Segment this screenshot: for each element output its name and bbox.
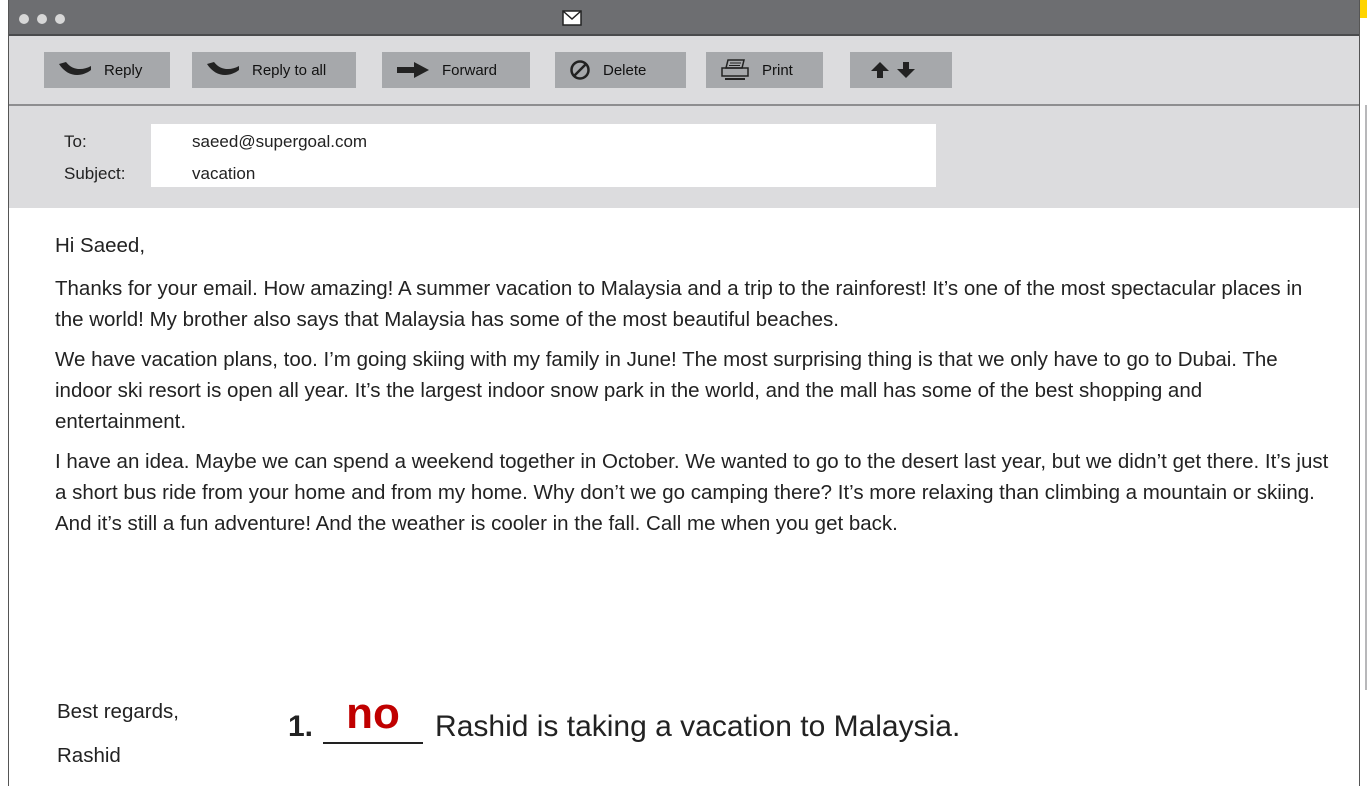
reply-arrow-icon (59, 62, 91, 75)
answer-text: no (346, 689, 400, 738)
print-button[interactable]: Print (706, 52, 823, 88)
print-label: Print (762, 61, 793, 79)
answer-blank[interactable]: no (323, 692, 424, 744)
question-number: 1. (288, 710, 314, 743)
reply-all-arrow-icon (207, 62, 239, 75)
to-label: To: (64, 132, 87, 151)
delete-icon (570, 60, 590, 80)
forward-arrow-icon (397, 62, 429, 78)
toolbar: Reply Reply to all Forward Delete Print (9, 36, 1359, 106)
subject-label: Subject: (64, 164, 126, 183)
question-item: 1. no Rashid is taking a vacation to Malay… (288, 692, 961, 744)
email-header: To: saeed@supergoal.com Subject: vacatio… (9, 106, 1359, 208)
arrow-up-icon[interactable] (870, 61, 890, 79)
delete-button[interactable]: Delete (555, 52, 686, 88)
forward-button[interactable]: Forward (382, 52, 530, 88)
delete-label: Delete (603, 61, 647, 79)
to-value[interactable]: saeed@supergoal.com (192, 132, 367, 152)
reply-all-button[interactable]: Reply to all (192, 52, 356, 88)
greeting: Hi Saeed, (55, 234, 146, 257)
arrow-down-icon[interactable] (896, 61, 916, 79)
signature: Rashid (57, 744, 121, 767)
reply-button[interactable]: Reply (44, 52, 170, 88)
window-maximize-dot[interactable] (55, 14, 65, 24)
paragraph: We have vacation plans, too. I’m going s… (55, 348, 1278, 433)
printer-icon (721, 59, 749, 80)
forward-label: Forward (442, 61, 498, 79)
title-bar (9, 0, 1359, 36)
window-close-dot[interactable] (19, 14, 29, 24)
subject-value[interactable]: vacation (192, 164, 255, 184)
paragraph: I have an idea. Maybe we can spend a wee… (55, 450, 1329, 535)
navigate-buttons (850, 52, 952, 88)
window-minimize-dot[interactable] (37, 14, 47, 24)
reply-label: Reply (104, 61, 143, 79)
reply-all-label: Reply to all (252, 61, 327, 79)
email-body: Hi Saeed, Thanks for your email. How ama… (55, 230, 1335, 548)
question-text: Rashid is taking a vacation to Malaysia. (435, 710, 961, 743)
closing: Best regards, (57, 700, 179, 723)
envelope-icon (562, 10, 582, 26)
paragraph: Thanks for your email. How amazing! A su… (55, 277, 1303, 331)
